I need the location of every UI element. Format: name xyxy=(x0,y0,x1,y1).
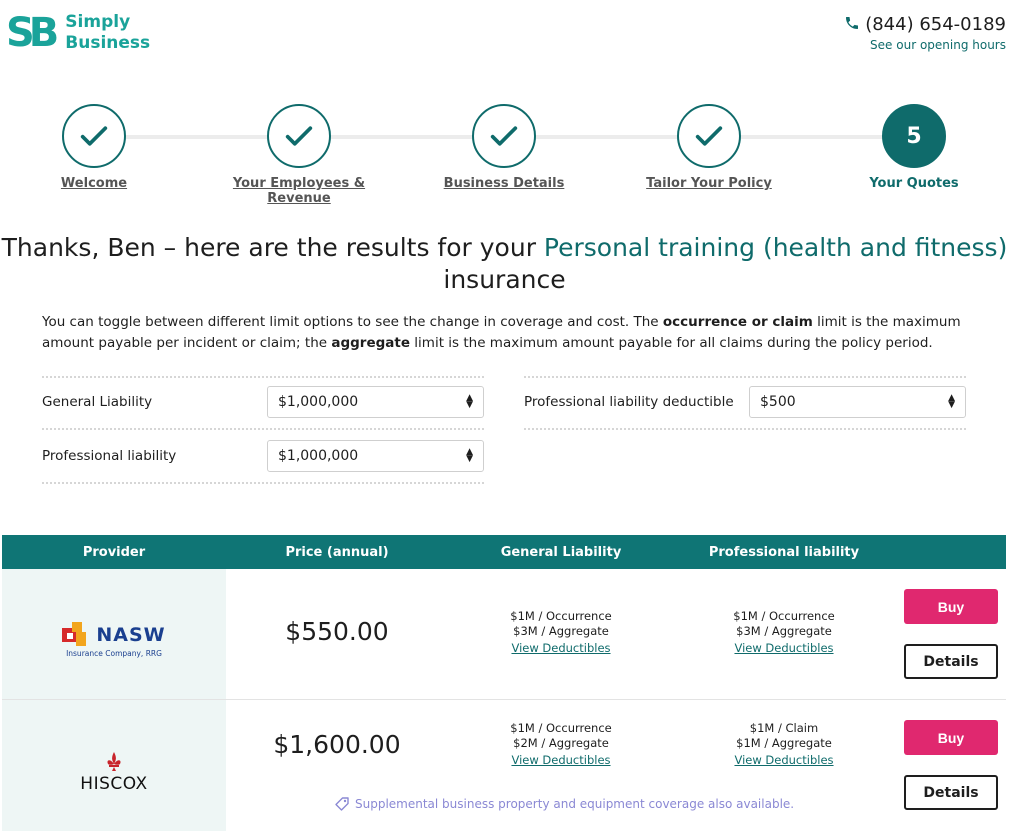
coverage-aggregate: $3M / Aggregate xyxy=(736,624,832,638)
checkmark-icon xyxy=(80,126,108,146)
step-number: 5 xyxy=(906,123,922,149)
professional-liability-coverage: $1M / Claim $1M / Aggregate View Deducti… xyxy=(674,721,894,768)
hiscox-fleur-icon xyxy=(107,751,121,771)
step-your-quotes: 5 Your Quotes xyxy=(814,104,1009,191)
view-deductibles-link[interactable]: View Deductibles xyxy=(734,753,833,768)
professional-liability-label: Professional liability xyxy=(42,448,177,464)
table-row: NASW Insurance Company, RRG $550.00 $1M … xyxy=(2,569,1006,700)
buy-button[interactable]: Buy xyxy=(904,720,998,755)
deductible-limit-row: Professional liability deductible $500 ▲… xyxy=(524,376,966,430)
step-current-circle: 5 xyxy=(882,104,946,168)
results-headline: Thanks, Ben – here are the results for y… xyxy=(0,232,1009,296)
intro-text: You can toggle between different limit o… xyxy=(42,314,663,330)
intro-bold-occurrence: occurrence or claim xyxy=(662,314,813,330)
coverage-occurrence: $1M / Occurrence xyxy=(510,721,612,735)
view-deductibles-link[interactable]: View Deductibles xyxy=(511,753,610,768)
provider-name: NASW xyxy=(96,624,166,646)
select-value: $1,000,000 xyxy=(278,448,359,464)
column-header-professional-liability: Professional liability xyxy=(708,544,860,560)
progress-stepper: Welcome Your Employees & Revenue Busines… xyxy=(0,104,1009,206)
professional-liability-select[interactable]: $1,000,000 ▲ ▼ xyxy=(267,440,484,472)
step-welcome[interactable]: Welcome xyxy=(0,104,194,191)
checkmark-icon xyxy=(285,126,313,146)
professional-deductible-select[interactable]: $500 ▲ ▼ xyxy=(749,386,966,418)
step-complete-circle xyxy=(267,104,331,168)
step-tailor-policy[interactable]: Tailor Your Policy xyxy=(609,104,809,191)
step-complete-circle xyxy=(472,104,536,168)
step-business-details[interactable]: Business Details xyxy=(404,104,604,191)
details-button[interactable]: Details xyxy=(904,775,998,810)
simply-business-logo[interactable]: SB Simply Business xyxy=(6,12,150,54)
tag-icon xyxy=(335,797,349,811)
buy-button[interactable]: Buy xyxy=(904,589,998,624)
general-liability-coverage: $1M / Occurrence $3M / Aggregate View De… xyxy=(451,609,671,656)
general-liability-coverage: $1M / Occurrence $2M / Aggregate View De… xyxy=(451,721,671,768)
professional-deductible-label: Professional liability deductible xyxy=(524,394,734,410)
coverage-aggregate: $1M / Aggregate xyxy=(736,736,832,750)
select-arrows-icon: ▲ ▼ xyxy=(466,393,473,410)
provider-cell: NASW Insurance Company, RRG xyxy=(2,569,226,699)
step-label[interactable]: Business Details xyxy=(444,176,565,191)
select-value: $500 xyxy=(760,394,796,410)
details-button[interactable]: Details xyxy=(904,644,998,679)
checkmark-icon xyxy=(695,126,723,146)
headline-prefix: Thanks, Ben – here are the results for y… xyxy=(1,233,544,262)
step-label[interactable]: Your Employees & Revenue xyxy=(199,176,399,206)
hiscox-logo: HISCOX xyxy=(80,751,148,794)
coverage-aggregate: $3M / Aggregate xyxy=(513,624,609,638)
logo-line-1: Simply xyxy=(65,12,131,32)
view-deductibles-link[interactable]: View Deductibles xyxy=(511,641,610,656)
annual-price: $1,600.00 xyxy=(273,730,401,759)
checkmark-icon xyxy=(490,126,518,146)
table-row: HISCOX $1,600.00 $1M / Occurrence $2M / … xyxy=(2,700,1006,831)
contact-info: (844) 654-0189 See our opening hours xyxy=(844,14,1006,52)
step-label[interactable]: Welcome xyxy=(61,176,127,191)
select-arrows-icon: ▲ ▼ xyxy=(466,447,473,464)
step-label[interactable]: Tailor Your Policy xyxy=(646,176,772,191)
coverage-aggregate: $2M / Aggregate xyxy=(513,736,609,750)
limits-explanation: You can toggle between different limit o… xyxy=(42,312,972,354)
headline-suffix: insurance xyxy=(443,265,566,294)
phone-icon xyxy=(844,15,860,35)
step-label-current: Your Quotes xyxy=(869,176,959,191)
coverage-occurrence: $1M / Occurrence xyxy=(510,609,612,623)
opening-hours-link[interactable]: See our opening hours xyxy=(844,38,1006,52)
step-employees-revenue[interactable]: Your Employees & Revenue xyxy=(199,104,399,206)
professional-liability-coverage: $1M / Occurrence $3M / Aggregate View De… xyxy=(674,609,894,656)
provider-subtitle: Insurance Company, RRG xyxy=(66,649,162,658)
quotes-table: Provider Price (annual) General Liabilit… xyxy=(2,535,1006,831)
coverage-claim: $1M / Claim xyxy=(749,721,819,735)
logo-mark: SB xyxy=(6,10,59,56)
supplemental-text: Supplemental business property and equip… xyxy=(355,797,795,811)
logo-wordmark: Simply Business xyxy=(65,12,150,54)
view-deductibles-link[interactable]: View Deductibles xyxy=(734,641,833,656)
general-liability-limit-row: General Liability $1,000,000 ▲ ▼ xyxy=(42,376,484,430)
column-header-price: Price (annual) xyxy=(285,544,389,560)
logo-line-2: Business xyxy=(65,33,151,53)
select-arrows-icon: ▲ ▼ xyxy=(948,393,955,410)
provider-cell: HISCOX xyxy=(2,700,226,831)
professional-liability-limit-row: Professional liability $1,000,000 ▲ ▼ xyxy=(42,430,484,484)
intro-text: limit is the maximum amount payable for … xyxy=(410,335,933,351)
select-value: $1,000,000 xyxy=(278,394,359,410)
coverage-occurrence: $1M / Occurrence xyxy=(733,609,835,623)
column-header-general-liability: General Liability xyxy=(500,544,622,560)
column-header-provider: Provider xyxy=(82,544,146,560)
nasw-emblem-icon xyxy=(62,622,87,646)
step-complete-circle xyxy=(62,104,126,168)
nasw-logo: NASW Insurance Company, RRG xyxy=(62,622,165,658)
phone-number[interactable]: (844) 654-0189 xyxy=(865,14,1006,35)
annual-price: $550.00 xyxy=(285,617,389,646)
provider-name: HISCOX xyxy=(80,773,148,794)
step-complete-circle xyxy=(677,104,741,168)
table-header: Provider Price (annual) General Liabilit… xyxy=(2,535,1006,569)
headline-business-type: Personal training (health and fitness) xyxy=(543,233,1008,262)
general-liability-label: General Liability xyxy=(42,394,153,410)
intro-bold-aggregate: aggregate xyxy=(331,335,410,351)
general-liability-select[interactable]: $1,000,000 ▲ ▼ xyxy=(267,386,484,418)
supplemental-coverage-note[interactable]: Supplemental business property and equip… xyxy=(334,796,794,812)
